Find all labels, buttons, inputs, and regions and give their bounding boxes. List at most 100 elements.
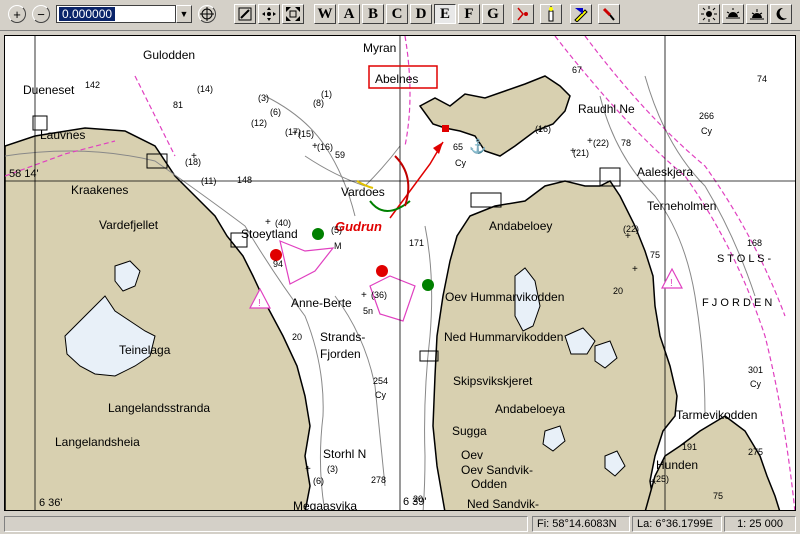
latitude-readout: Fi: 58°14.6083N	[532, 516, 630, 532]
sounding: 74	[757, 74, 767, 84]
fit-view-icon[interactable]	[282, 4, 304, 24]
label-skipsvikskjeret: Skipsvikskjeret	[453, 374, 533, 388]
sounding: (16)	[317, 142, 333, 152]
route-icon[interactable]	[512, 4, 534, 24]
scale-field[interactable]: 0.000000	[56, 5, 176, 23]
label-longitude-1: 6 36'	[39, 497, 63, 509]
svg-text:!: !	[670, 278, 673, 289]
layer-d-button[interactable]: D	[410, 4, 432, 24]
label-odden: Odden	[471, 477, 507, 491]
sounding: 171	[409, 238, 424, 248]
sounding: Cy	[750, 379, 761, 389]
layer-a-button[interactable]: A	[338, 4, 360, 24]
layer-e-button[interactable]: E	[434, 4, 456, 24]
label-langelandsheia: Langelandsheia	[55, 435, 140, 449]
label-fjorden-2: Fjorden	[320, 347, 361, 361]
sounding: 20	[613, 286, 623, 296]
sounding: (25)	[653, 474, 669, 484]
sounding: 254	[373, 376, 388, 386]
sounding: 67	[572, 65, 582, 75]
sounding: (18)	[185, 157, 201, 167]
label-vardoes: Vardoes	[341, 185, 385, 199]
label-terneholmen: Terneholmen	[647, 199, 716, 213]
sounding: (6)	[270, 107, 281, 117]
sounding: 275	[748, 447, 763, 457]
measure-icon[interactable]	[234, 4, 256, 24]
sounding: 5n	[363, 306, 373, 316]
day-mode-icon[interactable]	[698, 4, 720, 24]
label-langelandsstranda: Langelandsstranda	[108, 401, 210, 415]
pan-icon[interactable]	[258, 4, 280, 24]
label-andabeloey: Andabeloey	[489, 219, 552, 233]
sounding: 142	[85, 80, 100, 90]
svg-text:!: !	[258, 298, 261, 309]
layer-w-button[interactable]: W	[314, 4, 336, 24]
label-dueneset: Dueneset	[23, 83, 75, 97]
sounding: 266	[699, 111, 714, 121]
pencil-icon[interactable]	[570, 4, 592, 24]
sounding: 168	[747, 238, 762, 248]
dusk-mode-icon[interactable]	[722, 4, 744, 24]
label-kraakenes: Kraakenes	[71, 183, 128, 197]
layer-c-button[interactable]: C	[386, 4, 408, 24]
label-gulodden: Gulodden	[143, 48, 195, 62]
chart-view[interactable]: ! ! ⚓ + + + + + + + + + + + + Gulodden M…	[4, 35, 796, 511]
sounding: (11)	[201, 176, 216, 186]
layer-f-button[interactable]: F	[458, 4, 480, 24]
label-oev-hummarvikodden: Oev Hummarvikodden	[445, 290, 564, 304]
nautical-chart: ! ! ⚓ + + + + + + + + + + + + Gulodden M…	[5, 36, 795, 511]
status-bar: Fi: 58°14.6083N La: 6°36.1799E 1: 25 000	[0, 514, 800, 534]
sounding: 78	[621, 138, 631, 148]
label-oev-sandvik: Oev Sandvik-	[461, 463, 533, 477]
sounding: Cy	[455, 158, 466, 168]
marker-icon[interactable]	[598, 4, 620, 24]
label-abelnes: Abelnes	[375, 72, 418, 86]
label-teinelaga: Teinelaga	[119, 343, 171, 357]
scale-readout: 1: 25 000	[724, 516, 796, 532]
svg-text:+: +	[632, 264, 638, 275]
status-message-panel	[4, 516, 528, 532]
layer-b-button[interactable]: B	[362, 4, 384, 24]
sunset-mode-icon[interactable]	[746, 4, 768, 24]
label-aaleskjera: Aaleskjera	[637, 165, 693, 179]
sounding: Cy	[375, 390, 386, 400]
svg-text:+: +	[361, 290, 367, 301]
sounding: (3)	[258, 93, 269, 103]
sounding: 301	[748, 365, 763, 375]
scale-field-value: 0.000000	[59, 7, 116, 21]
target-icon[interactable]	[198, 5, 216, 23]
label-sugga: Sugga	[452, 424, 487, 438]
sounding: 59	[335, 150, 345, 160]
zoom-in-button[interactable]: +	[8, 5, 26, 23]
sounding: 65	[453, 142, 463, 152]
sounding: (12)	[251, 118, 267, 128]
anchor-icon: ⚓	[469, 138, 486, 155]
green-buoy-2[interactable]	[422, 279, 434, 291]
red-buoy-2[interactable]	[376, 265, 388, 277]
sounding: 75	[650, 250, 660, 260]
label-tarmevikodden: Tarmevikodden	[676, 408, 757, 422]
zoom-out-button[interactable]: −	[32, 5, 50, 23]
layer-g-button[interactable]: G	[482, 4, 504, 24]
label-megaasvika: Megaasvika	[293, 499, 357, 511]
night-mode-icon[interactable]	[770, 4, 792, 24]
longitude-readout: La: 6°36.1799E	[632, 516, 722, 532]
lighthouse-icon[interactable]	[540, 4, 562, 24]
sounding: 20	[413, 494, 423, 504]
sounding: (5)	[331, 225, 342, 235]
label-ned-hummarvikodden: Ned Hummarvikodden	[444, 330, 563, 344]
label-vardefjellet: Vardefjellet	[99, 218, 159, 232]
label-raudhl: Raudhl Ne	[578, 102, 635, 116]
label-lauvnes: Lauvnes	[40, 128, 85, 142]
sounding: (16)	[535, 124, 551, 134]
sounding: (22)	[623, 224, 639, 234]
scale-dropdown-arrow[interactable]: ▼	[176, 5, 192, 23]
sounding: (40)	[275, 218, 291, 228]
label-fjorden: F J O R D E N	[702, 297, 772, 309]
label-latitude: 58 14'	[9, 168, 39, 180]
green-buoy-1[interactable]	[312, 228, 324, 240]
sounding: (17)	[285, 127, 301, 137]
label-stoeytland: Stoeytland	[241, 227, 298, 241]
sounding: 20	[292, 332, 302, 342]
svg-text:+: +	[305, 464, 311, 475]
